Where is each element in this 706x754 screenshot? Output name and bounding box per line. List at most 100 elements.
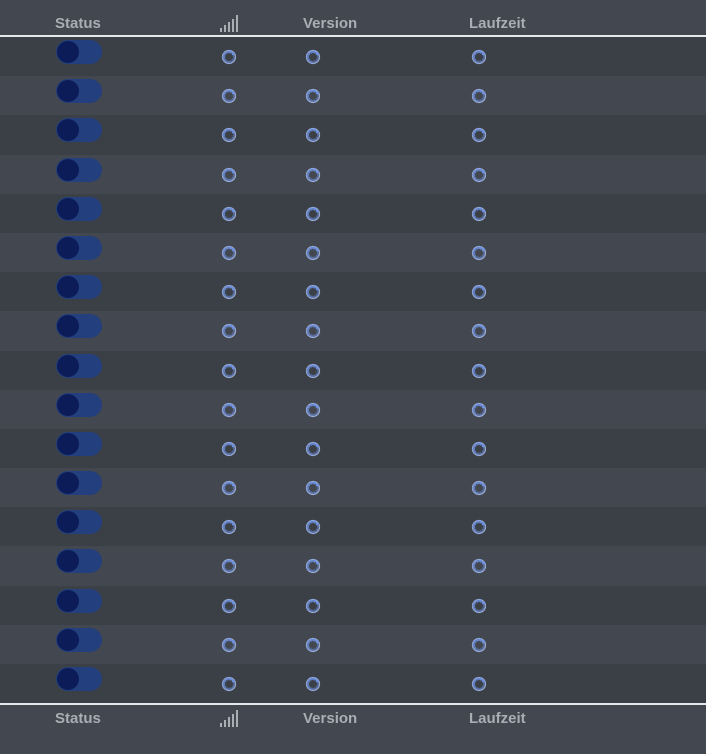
signal-loading-spinner-icon — [221, 676, 237, 692]
signal-loading-spinner-icon — [221, 598, 237, 613]
runtime-loading-spinner-icon — [471, 128, 487, 143]
runtime-loading-spinner-icon — [471, 49, 487, 65]
toggle-knob — [57, 511, 79, 534]
table-row — [0, 115, 706, 155]
version-loading-spinner-icon — [305, 89, 321, 104]
table-row — [0, 546, 706, 586]
runtime-loading-spinner-icon — [471, 206, 487, 221]
status-toggle[interactable] — [56, 235, 102, 260]
signal-loading-spinner-icon — [221, 206, 237, 221]
version-loading-spinner-icon — [305, 637, 321, 652]
table-row — [0, 507, 706, 547]
table-row — [0, 664, 706, 704]
status-toggle[interactable] — [56, 471, 102, 496]
runtime-loading-spinner-icon — [471, 324, 487, 339]
runtime-loading-spinner-icon — [471, 598, 487, 613]
table-header: Status Version Laufzeit — [0, 0, 706, 37]
signal-strength-icon[interactable] — [220, 15, 239, 32]
column-header-runtime[interactable]: Laufzeit — [469, 15, 526, 33]
runtime-loading-spinner-icon — [471, 520, 487, 535]
runtime-loading-spinner-icon — [471, 637, 487, 652]
toggle-knob — [57, 197, 79, 220]
runtime-loading-spinner-icon — [471, 89, 487, 104]
status-toggle[interactable] — [56, 588, 102, 613]
toggle-knob — [57, 158, 79, 181]
signal-loading-spinner-icon — [221, 89, 237, 104]
toggle-knob — [57, 119, 79, 142]
status-toggle[interactable] — [56, 431, 102, 456]
runtime-loading-spinner-icon — [471, 245, 487, 261]
signal-loading-spinner-icon — [221, 324, 237, 339]
toggle-knob — [57, 354, 79, 377]
toggle-knob — [57, 668, 79, 690]
table-row — [0, 468, 706, 508]
status-toggle[interactable] — [56, 118, 102, 143]
runtime-loading-spinner-icon — [471, 285, 487, 300]
signal-loading-spinner-icon — [221, 49, 237, 65]
version-loading-spinner-icon — [305, 559, 321, 574]
table-row — [0, 37, 706, 77]
toggle-knob — [57, 236, 79, 259]
version-loading-spinner-icon — [305, 676, 321, 692]
status-toggle[interactable] — [56, 667, 102, 691]
status-toggle[interactable] — [56, 549, 102, 574]
status-toggle[interactable] — [56, 392, 102, 417]
status-toggle[interactable] — [56, 40, 102, 64]
status-toggle[interactable] — [56, 157, 102, 182]
table-row — [0, 154, 706, 194]
signal-strength-icon[interactable] — [220, 710, 239, 727]
toggle-knob — [57, 589, 79, 612]
signal-loading-spinner-icon — [221, 559, 237, 574]
version-loading-spinner-icon — [305, 324, 321, 339]
version-loading-spinner-icon — [305, 598, 321, 613]
table-row — [0, 350, 706, 390]
status-toggle[interactable] — [56, 353, 102, 378]
column-footer-runtime[interactable]: Laufzeit — [469, 710, 526, 728]
column-header-status[interactable]: Status — [55, 15, 101, 33]
status-toggle[interactable] — [56, 510, 102, 535]
runtime-loading-spinner-icon — [471, 676, 487, 692]
version-loading-spinner-icon — [305, 128, 321, 143]
status-toggle[interactable] — [56, 275, 102, 300]
version-loading-spinner-icon — [305, 441, 321, 456]
column-footer-status[interactable]: Status — [55, 710, 101, 728]
status-toggle[interactable] — [56, 79, 102, 104]
version-loading-spinner-icon — [305, 49, 321, 65]
toggle-knob — [57, 628, 79, 651]
toggle-knob — [57, 472, 79, 495]
toggle-knob — [57, 276, 79, 299]
table-row — [0, 232, 706, 273]
table-row — [0, 624, 706, 664]
version-loading-spinner-icon — [305, 520, 321, 535]
status-toggle[interactable] — [56, 196, 102, 221]
toggle-knob — [57, 432, 79, 455]
signal-loading-spinner-icon — [221, 245, 237, 261]
version-loading-spinner-icon — [305, 206, 321, 221]
table-footer: Status Version Laufzeit — [0, 703, 706, 754]
runtime-loading-spinner-icon — [471, 363, 487, 378]
version-loading-spinner-icon — [305, 245, 321, 261]
version-loading-spinner-icon — [305, 363, 321, 378]
table-row — [0, 585, 706, 625]
column-footer-version[interactable]: Version — [303, 710, 357, 728]
signal-loading-spinner-icon — [221, 285, 237, 300]
status-toggle[interactable] — [56, 314, 102, 339]
instances-table: Status Version Laufzeit Status Version L… — [0, 0, 706, 754]
version-loading-spinner-icon — [305, 480, 321, 496]
version-loading-spinner-icon — [305, 402, 321, 417]
table-row — [0, 272, 706, 312]
table-row — [0, 193, 706, 233]
table-row — [0, 389, 706, 429]
signal-loading-spinner-icon — [221, 441, 237, 456]
toggle-knob — [57, 41, 79, 63]
table-body — [0, 37, 706, 704]
column-header-version[interactable]: Version — [303, 15, 357, 33]
signal-loading-spinner-icon — [221, 520, 237, 535]
status-toggle[interactable] — [56, 627, 102, 652]
runtime-loading-spinner-icon — [471, 480, 487, 496]
signal-loading-spinner-icon — [221, 363, 237, 378]
runtime-loading-spinner-icon — [471, 402, 487, 417]
signal-loading-spinner-icon — [221, 402, 237, 417]
runtime-loading-spinner-icon — [471, 441, 487, 456]
version-loading-spinner-icon — [305, 167, 321, 182]
